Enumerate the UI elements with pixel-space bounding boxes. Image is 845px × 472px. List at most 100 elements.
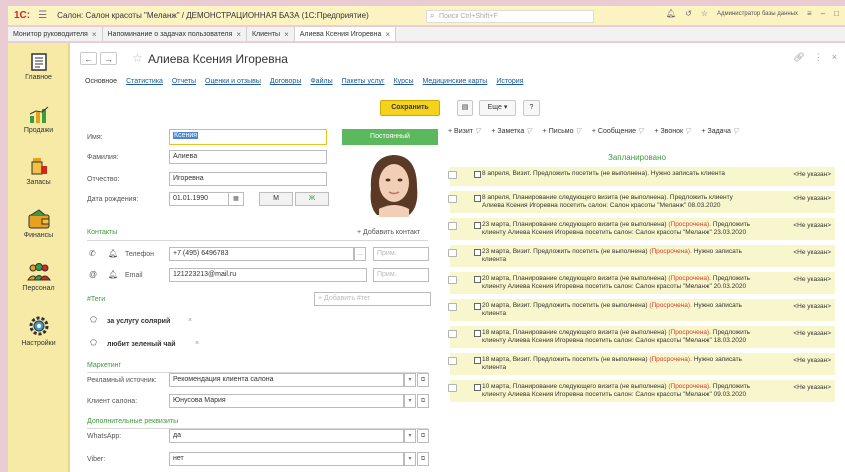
settings-menu-icon[interactable]: ≡	[807, 9, 812, 18]
add-contact-link[interactable]: + Добавить контакт	[357, 229, 420, 236]
status-badge[interactable]: Постоянный	[342, 129, 438, 145]
more-button[interactable]: Еще ▾	[479, 100, 516, 116]
chevron-down-icon[interactable]: ▾	[404, 452, 416, 466]
chevron-down-icon[interactable]: ▾	[404, 429, 416, 443]
salon-client-select[interactable]: Юнусова Мария	[169, 394, 404, 408]
bell-icon[interactable]: 🔔︎	[108, 249, 118, 258]
filter-icon[interactable]: ▽	[685, 127, 690, 135]
task-checkbox[interactable]	[474, 276, 481, 283]
surname-input[interactable]: Алиева	[169, 150, 327, 164]
gender-male-button[interactable]: М	[259, 192, 293, 206]
sidebar-item-sales[interactable]: Продажи	[8, 106, 69, 134]
filter-note[interactable]: + Заметка ▽	[491, 127, 531, 136]
list-item[interactable]: 18 марта, Визит. Предложить посетить (не…	[448, 353, 835, 375]
tab-service-packages[interactable]: Пакеты услуг	[342, 78, 385, 85]
bell-icon[interactable]: 🔔︎	[108, 270, 118, 279]
open-link-icon[interactable]: ⧉	[417, 373, 429, 387]
whatsapp-select[interactable]: да	[169, 429, 404, 443]
task-checkbox[interactable]	[474, 384, 481, 391]
task-checkbox[interactable]	[474, 249, 481, 256]
gender-female-button[interactable]: Ж	[295, 192, 329, 206]
save-button[interactable]: Сохранить	[380, 100, 440, 116]
maximize-icon[interactable]: □	[834, 9, 839, 18]
list-item[interactable]: 20 марта, Планирование следующего визита…	[448, 272, 835, 294]
sidebar-item-settings[interactable]: Настройки	[8, 315, 69, 347]
email-note-input[interactable]: Прим.	[373, 268, 429, 282]
list-item[interactable]: 23 марта, Планирование следующего визита…	[448, 218, 835, 240]
tab-medical-cards[interactable]: Медицинские карты	[423, 78, 488, 85]
sidebar-item-main[interactable]: Главное	[8, 53, 69, 81]
task-checkbox[interactable]	[474, 330, 481, 337]
tab-courses[interactable]: Курсы	[394, 78, 414, 85]
favorites-star-icon[interactable]: ☆	[701, 9, 708, 18]
open-link-icon[interactable]: ⧉	[417, 429, 429, 443]
close-icon[interactable]: ×	[385, 30, 390, 39]
task-checkbox[interactable]	[474, 357, 481, 364]
list-item[interactable]: 20 марта, Визит. Предложить посетить (не…	[448, 299, 835, 321]
task-checkbox[interactable]	[474, 303, 481, 310]
link-icon[interactable]: 🔗︎	[793, 52, 804, 63]
task-checkbox[interactable]	[474, 195, 481, 202]
list-item[interactable]: 8 апреля, Визит. Предложить посетить (не…	[448, 167, 835, 186]
filter-icon[interactable]: ▽	[638, 127, 643, 135]
filter-task[interactable]: + Задача ▽	[701, 127, 738, 136]
bell-icon[interactable]: 🔔︎	[666, 9, 676, 18]
chevron-down-icon[interactable]: ▾	[404, 373, 416, 387]
current-user[interactable]: Администратор базы данных	[717, 11, 798, 17]
calendar-icon[interactable]: ▦	[228, 192, 244, 206]
tab-files[interactable]: Файлы	[310, 78, 332, 85]
filter-visit[interactable]: + Визит ▽	[448, 127, 480, 136]
tab-statistics[interactable]: Статистика	[126, 78, 163, 85]
filter-call[interactable]: + Звонок ▽	[654, 127, 690, 136]
tab-history[interactable]: История	[496, 78, 523, 85]
back-button[interactable]: ←	[80, 52, 97, 65]
filter-icon[interactable]: ▽	[475, 127, 480, 135]
close-icon[interactable]: ×	[236, 30, 241, 39]
filter-icon[interactable]: ▽	[576, 127, 581, 135]
email-input[interactable]: 121223213@mail.ru	[169, 268, 367, 282]
list-item[interactable]: 8 апреля, Планирование следующего визита…	[448, 191, 835, 213]
ad-source-select[interactable]: Рекомендация клиента салона	[169, 373, 404, 387]
birthdate-input[interactable]: 01.01.1990	[169, 192, 229, 206]
open-tab-client-card[interactable]: Алиева Ксения Игоревна ×	[294, 27, 397, 41]
sidebar-item-stock[interactable]: Запасы	[8, 156, 69, 186]
phone-note-input[interactable]: Прим.	[373, 247, 429, 261]
remove-tag-icon[interactable]: ×	[195, 340, 199, 347]
close-icon[interactable]: ×	[832, 52, 837, 63]
tab-reviews[interactable]: Оценки и отзывы	[205, 78, 261, 85]
open-link-icon[interactable]: ⧉	[417, 452, 429, 466]
open-tab-monitor[interactable]: Монитор руководителя ×	[8, 27, 103, 41]
sidebar-item-staff[interactable]: Персонал	[8, 262, 69, 292]
viber-select[interactable]: нет	[169, 452, 404, 466]
close-icon[interactable]: ×	[284, 30, 289, 39]
list-item[interactable]: 23 марта, Визит. Предложить посетить (не…	[448, 245, 835, 267]
add-tag-input[interactable]: + Добавить #тег	[314, 292, 431, 306]
help-button[interactable]: ?	[523, 100, 540, 116]
tab-main[interactable]: Основное	[85, 78, 117, 85]
favorite-star-icon[interactable]: ☆	[132, 51, 143, 65]
name-input[interactable]: Ксения	[169, 129, 327, 145]
remove-tag-icon[interactable]: ×	[188, 317, 192, 324]
filter-icon[interactable]: ▽	[733, 127, 738, 135]
open-link-icon[interactable]: ⧉	[417, 394, 429, 408]
sidebar-item-finance[interactable]: Финансы	[8, 209, 69, 239]
chevron-down-icon[interactable]: ▾	[404, 394, 416, 408]
close-icon[interactable]: ×	[92, 30, 97, 39]
forward-button[interactable]: →	[100, 52, 117, 65]
filter-message[interactable]: + Сообщение ▽	[592, 127, 644, 136]
minimize-icon[interactable]: –	[821, 9, 825, 18]
tab-contracts[interactable]: Договоры	[270, 78, 301, 85]
filter-letter[interactable]: + Письмо ▽	[543, 127, 581, 136]
open-tab-reminders[interactable]: Напоминание о задачах пользователя ×	[103, 27, 247, 41]
open-tab-clients[interactable]: Клиенты ×	[247, 27, 295, 41]
task-checkbox[interactable]	[474, 171, 481, 178]
tab-reports[interactable]: Отчеты	[172, 78, 196, 85]
phone-select-button[interactable]: …	[354, 247, 366, 261]
print-button[interactable]: ▤	[457, 100, 473, 116]
list-item[interactable]: 18 марта, Планирование следующего визита…	[448, 326, 835, 348]
history-icon[interactable]: ↺	[685, 9, 692, 18]
filter-icon[interactable]: ▽	[526, 127, 531, 135]
more-menu-icon[interactable]: ⋮	[814, 52, 823, 63]
phone-input[interactable]: +7 (495) 6496783	[169, 247, 354, 261]
list-item[interactable]: 10 марта, Планирование следующего визита…	[448, 380, 835, 402]
